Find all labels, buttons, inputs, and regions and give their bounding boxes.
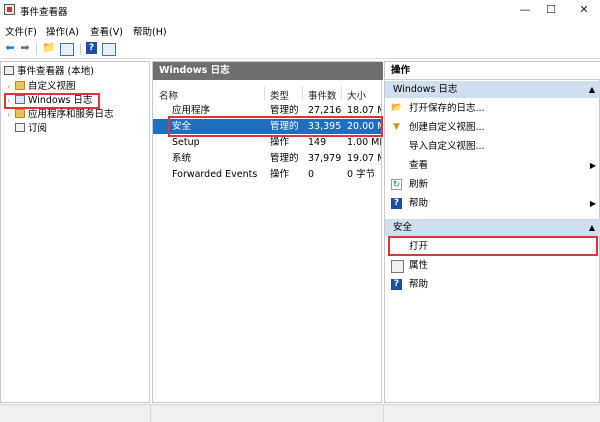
help-icon: ? (391, 198, 402, 209)
menu-help[interactable]: 帮助(H) (133, 24, 167, 38)
cell-type: 操作 (270, 169, 290, 180)
status-bar (0, 404, 600, 422)
action-label: 刷新 (409, 179, 429, 190)
column-divider[interactable] (302, 86, 303, 100)
actions-pane: 操作 Windows 日志 ▲ 📂 打开保存的日志... ▼ 创建自定义视图..… (384, 61, 600, 403)
filter-icon: ▼ (393, 122, 400, 132)
properties-icon (391, 260, 404, 273)
event-viewer-icon (4, 66, 14, 75)
show-action-pane-icon[interactable] (102, 43, 116, 56)
action-label: 属性 (409, 260, 429, 271)
submenu-arrow-icon: ▶ (589, 161, 596, 170)
toolbar-separator (36, 43, 37, 55)
menu-action[interactable]: 操作(A) (46, 24, 79, 38)
maximize-button[interactable]: ☐ (536, 0, 566, 20)
collapse-up-icon[interactable]: ▲ (589, 219, 595, 236)
tree-item-custom-views[interactable]: › 自定义视图 (7, 80, 76, 94)
back-arrow-icon[interactable]: ⬅ (3, 41, 17, 55)
action-import-custom-view[interactable]: 导入自定义视图... (385, 137, 600, 156)
column-type[interactable]: 类型 (270, 88, 289, 102)
tree-pane: 事件查看器 (本地) › 自定义视图 › Windows 日志 › 应用程序和服务日志… (0, 61, 150, 403)
logs-pane: Windows 日志 名称 类型 事件数 大小 应用程序 管理的 27,216 … (152, 61, 383, 403)
menu-view[interactable]: 查看(V) (90, 24, 123, 38)
forward-arrow-icon[interactable]: ➡ (18, 41, 32, 55)
cell-name: Forwarded Events (172, 169, 258, 180)
open-folder-icon: 📂 (391, 103, 403, 113)
menu-bar: 文件(F) 操作(A) 查看(V) 帮助(H) (0, 22, 600, 38)
actions-section-security[interactable]: 安全 ▲ (385, 219, 600, 236)
folder-icon (15, 81, 25, 90)
close-button[interactable]: ✕ (569, 0, 599, 20)
column-name[interactable]: 名称 (159, 88, 178, 102)
table-row[interactable]: 系统 管理的 37,979 19.07 M (153, 151, 381, 166)
logs-pane-header: Windows 日志 (153, 62, 383, 80)
tree-root[interactable]: 事件查看器 (本地) (4, 65, 94, 79)
status-segment (0, 405, 151, 422)
column-size[interactable]: 大小 (347, 88, 366, 102)
tree-item-subscriptions[interactable]: 订阅 (15, 122, 47, 136)
action-label: 查看 (409, 160, 429, 171)
tree-item-label: 自定义视图 (28, 81, 76, 92)
cell-count: 149 (308, 137, 327, 148)
cell-size: 1.00 MB (347, 137, 381, 148)
collapse-up-icon[interactable]: ▲ (589, 81, 595, 98)
tree-item-app-service-logs[interactable]: › 应用程序和服务日志 (7, 108, 114, 122)
action-open-saved-log[interactable]: 📂 打开保存的日志... (385, 99, 600, 118)
column-count[interactable]: 事件数 (308, 88, 337, 102)
tree-root-label: 事件查看器 (本地) (17, 66, 94, 77)
toolbar-separator (80, 43, 81, 55)
action-help-security[interactable]: ? 帮助 (385, 275, 600, 294)
section-title: Windows 日志 (393, 84, 458, 95)
submenu-arrow-icon: ▶ (589, 199, 596, 208)
log-folder-icon (15, 95, 25, 104)
title-bar: 事件查看器 — ☐ ✕ (0, 0, 600, 20)
folder-icon (15, 109, 25, 118)
tree-item-label: Windows 日志 (28, 95, 93, 106)
action-label: 创建自定义视图... (409, 122, 485, 133)
chevron-right-icon[interactable]: › (7, 95, 15, 107)
column-divider[interactable] (264, 86, 265, 100)
tree-item-label: 订阅 (28, 123, 48, 134)
section-title: 安全 (393, 222, 413, 233)
selected-row-highlight (168, 116, 383, 137)
toolbar: ⬅ ➡ 📁 ? (0, 40, 600, 59)
table-row[interactable]: Forwarded Events 操作 0 0 字节 (153, 167, 381, 182)
help-icon: ? (391, 279, 402, 290)
chevron-right-icon[interactable]: › (7, 108, 15, 122)
actions-header: 操作 (385, 62, 600, 80)
menu-file[interactable]: 文件(F) (5, 24, 37, 38)
status-segment (151, 405, 384, 422)
cell-name: Setup (172, 137, 200, 148)
show-hide-tree-icon[interactable] (60, 43, 74, 56)
refresh-icon: ↻ (391, 179, 402, 190)
column-divider[interactable] (341, 86, 342, 100)
cell-type: 操作 (270, 137, 290, 148)
window-title: 事件查看器 (20, 7, 68, 18)
cell-count: 0 (308, 169, 315, 180)
help-icon[interactable]: ? (86, 42, 97, 54)
cell-size: 19.07 M (347, 153, 381, 164)
cell-type: 管理的 (270, 153, 299, 164)
action-label: 帮助 (409, 279, 429, 290)
actions-section-windows-logs[interactable]: Windows 日志 ▲ (385, 81, 600, 98)
chevron-right-icon[interactable]: › (7, 80, 15, 94)
action-view[interactable]: 查看 ▶ (385, 156, 600, 175)
action-label: 帮助 (409, 198, 429, 209)
event-viewer-icon (4, 4, 15, 15)
cell-count: 37,979 (308, 153, 342, 164)
action-label: 导入自定义视图... (409, 141, 485, 152)
action-create-custom-view[interactable]: ▼ 创建自定义视图... (385, 118, 600, 137)
cell-name: 系统 (172, 153, 192, 164)
action-help[interactable]: ? 帮助 ▶ (385, 194, 600, 213)
action-label: 打开保存的日志... (409, 103, 485, 114)
action-properties[interactable]: 属性 (385, 256, 600, 275)
table-row[interactable]: Setup 操作 149 1.00 MB (153, 135, 381, 150)
open-action-highlight (388, 236, 598, 256)
folder-up-icon[interactable]: 📁 (42, 41, 56, 55)
tree-item-windows-logs[interactable]: › Windows 日志 (4, 93, 100, 109)
subscription-icon (15, 123, 25, 132)
cell-size: 0 字节 (347, 169, 376, 180)
action-refresh[interactable]: ↻ 刷新 (385, 175, 600, 194)
tree-item-label: 应用程序和服务日志 (28, 109, 114, 120)
